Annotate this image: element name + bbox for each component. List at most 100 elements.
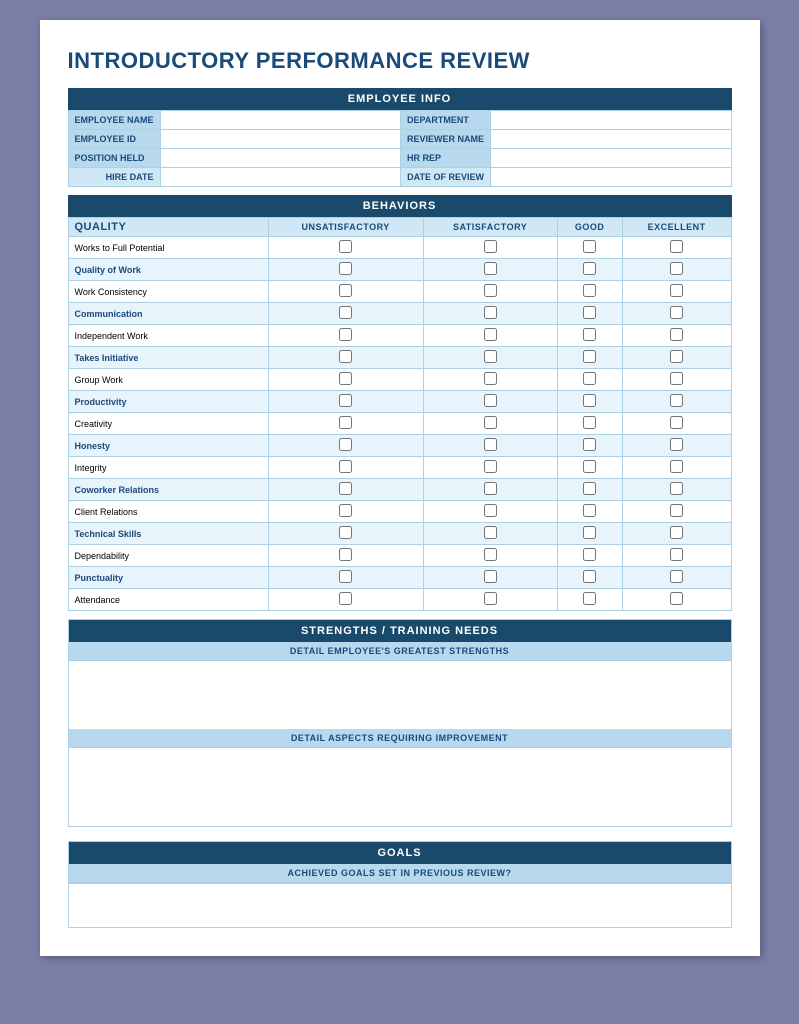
unsatisfactory-cell[interactable] bbox=[268, 457, 423, 479]
satisfactory-cell[interactable] bbox=[423, 303, 557, 325]
excellent-checkbox[interactable] bbox=[670, 372, 683, 385]
satisfactory-checkbox[interactable] bbox=[484, 416, 497, 429]
excellent-checkbox[interactable] bbox=[670, 570, 683, 583]
unsatisfactory-cell[interactable] bbox=[268, 369, 423, 391]
satisfactory-checkbox[interactable] bbox=[484, 460, 497, 473]
satisfactory-cell[interactable] bbox=[423, 545, 557, 567]
excellent-cell[interactable] bbox=[622, 259, 731, 281]
good-checkbox[interactable] bbox=[583, 240, 596, 253]
hr-rep-value[interactable] bbox=[491, 149, 731, 168]
good-checkbox[interactable] bbox=[583, 262, 596, 275]
unsatisfactory-cell[interactable] bbox=[268, 281, 423, 303]
satisfactory-checkbox[interactable] bbox=[484, 306, 497, 319]
satisfactory-cell[interactable] bbox=[423, 567, 557, 589]
good-checkbox[interactable] bbox=[583, 328, 596, 341]
unsatisfactory-checkbox[interactable] bbox=[339, 460, 352, 473]
hire-date-value[interactable] bbox=[160, 168, 400, 187]
satisfactory-cell[interactable] bbox=[423, 589, 557, 611]
excellent-cell[interactable] bbox=[622, 369, 731, 391]
excellent-cell[interactable] bbox=[622, 325, 731, 347]
excellent-checkbox[interactable] bbox=[670, 394, 683, 407]
unsatisfactory-checkbox[interactable] bbox=[339, 570, 352, 583]
satisfactory-cell[interactable] bbox=[423, 259, 557, 281]
excellent-checkbox[interactable] bbox=[670, 548, 683, 561]
satisfactory-cell[interactable] bbox=[423, 347, 557, 369]
good-cell[interactable] bbox=[557, 259, 622, 281]
excellent-checkbox[interactable] bbox=[670, 240, 683, 253]
unsatisfactory-checkbox[interactable] bbox=[339, 284, 352, 297]
unsatisfactory-cell[interactable] bbox=[268, 435, 423, 457]
satisfactory-cell[interactable] bbox=[423, 479, 557, 501]
good-cell[interactable] bbox=[557, 457, 622, 479]
unsatisfactory-checkbox[interactable] bbox=[339, 240, 352, 253]
good-cell[interactable] bbox=[557, 237, 622, 259]
employee-id-input[interactable] bbox=[167, 134, 394, 144]
excellent-checkbox[interactable] bbox=[670, 350, 683, 363]
department-input[interactable] bbox=[497, 115, 724, 125]
satisfactory-cell[interactable] bbox=[423, 435, 557, 457]
unsatisfactory-cell[interactable] bbox=[268, 479, 423, 501]
good-checkbox[interactable] bbox=[583, 460, 596, 473]
good-checkbox[interactable] bbox=[583, 394, 596, 407]
satisfactory-checkbox[interactable] bbox=[484, 570, 497, 583]
excellent-checkbox[interactable] bbox=[670, 438, 683, 451]
excellent-cell[interactable] bbox=[622, 391, 731, 413]
unsatisfactory-cell[interactable] bbox=[268, 501, 423, 523]
satisfactory-cell[interactable] bbox=[423, 457, 557, 479]
unsatisfactory-cell[interactable] bbox=[268, 325, 423, 347]
unsatisfactory-checkbox[interactable] bbox=[339, 394, 352, 407]
improvement-text-area[interactable] bbox=[69, 748, 731, 826]
good-cell[interactable] bbox=[557, 281, 622, 303]
good-cell[interactable] bbox=[557, 391, 622, 413]
excellent-cell[interactable] bbox=[622, 457, 731, 479]
unsatisfactory-cell[interactable] bbox=[268, 545, 423, 567]
good-checkbox[interactable] bbox=[583, 438, 596, 451]
unsatisfactory-checkbox[interactable] bbox=[339, 416, 352, 429]
satisfactory-checkbox[interactable] bbox=[484, 284, 497, 297]
good-cell[interactable] bbox=[557, 523, 622, 545]
excellent-checkbox[interactable] bbox=[670, 262, 683, 275]
excellent-checkbox[interactable] bbox=[670, 526, 683, 539]
unsatisfactory-checkbox[interactable] bbox=[339, 548, 352, 561]
good-cell[interactable] bbox=[557, 369, 622, 391]
excellent-checkbox[interactable] bbox=[670, 306, 683, 319]
excellent-cell[interactable] bbox=[622, 347, 731, 369]
excellent-checkbox[interactable] bbox=[670, 284, 683, 297]
satisfactory-cell[interactable] bbox=[423, 391, 557, 413]
unsatisfactory-cell[interactable] bbox=[268, 523, 423, 545]
reviewer-name-input[interactable] bbox=[497, 134, 724, 144]
strengths-textarea[interactable] bbox=[73, 665, 727, 720]
good-cell[interactable] bbox=[557, 325, 622, 347]
unsatisfactory-checkbox[interactable] bbox=[339, 328, 352, 341]
unsatisfactory-cell[interactable] bbox=[268, 391, 423, 413]
unsatisfactory-checkbox[interactable] bbox=[339, 504, 352, 517]
satisfactory-checkbox[interactable] bbox=[484, 394, 497, 407]
hire-date-input[interactable] bbox=[167, 172, 394, 182]
good-cell[interactable] bbox=[557, 435, 622, 457]
unsatisfactory-cell[interactable] bbox=[268, 237, 423, 259]
excellent-cell[interactable] bbox=[622, 523, 731, 545]
excellent-cell[interactable] bbox=[622, 413, 731, 435]
excellent-checkbox[interactable] bbox=[670, 482, 683, 495]
good-cell[interactable] bbox=[557, 589, 622, 611]
excellent-cell[interactable] bbox=[622, 281, 731, 303]
unsatisfactory-checkbox[interactable] bbox=[339, 350, 352, 363]
unsatisfactory-cell[interactable] bbox=[268, 567, 423, 589]
excellent-cell[interactable] bbox=[622, 545, 731, 567]
good-cell[interactable] bbox=[557, 413, 622, 435]
excellent-cell[interactable] bbox=[622, 589, 731, 611]
excellent-cell[interactable] bbox=[622, 501, 731, 523]
unsatisfactory-cell[interactable] bbox=[268, 303, 423, 325]
goals-textarea[interactable] bbox=[73, 888, 727, 918]
unsatisfactory-checkbox[interactable] bbox=[339, 526, 352, 539]
excellent-checkbox[interactable] bbox=[670, 416, 683, 429]
unsatisfactory-cell[interactable] bbox=[268, 413, 423, 435]
position-held-input[interactable] bbox=[167, 153, 394, 163]
satisfactory-cell[interactable] bbox=[423, 501, 557, 523]
good-cell[interactable] bbox=[557, 567, 622, 589]
satisfactory-checkbox[interactable] bbox=[484, 372, 497, 385]
position-held-value[interactable] bbox=[160, 149, 400, 168]
unsatisfactory-checkbox[interactable] bbox=[339, 592, 352, 605]
review-date-value[interactable] bbox=[491, 168, 731, 187]
excellent-checkbox[interactable] bbox=[670, 504, 683, 517]
